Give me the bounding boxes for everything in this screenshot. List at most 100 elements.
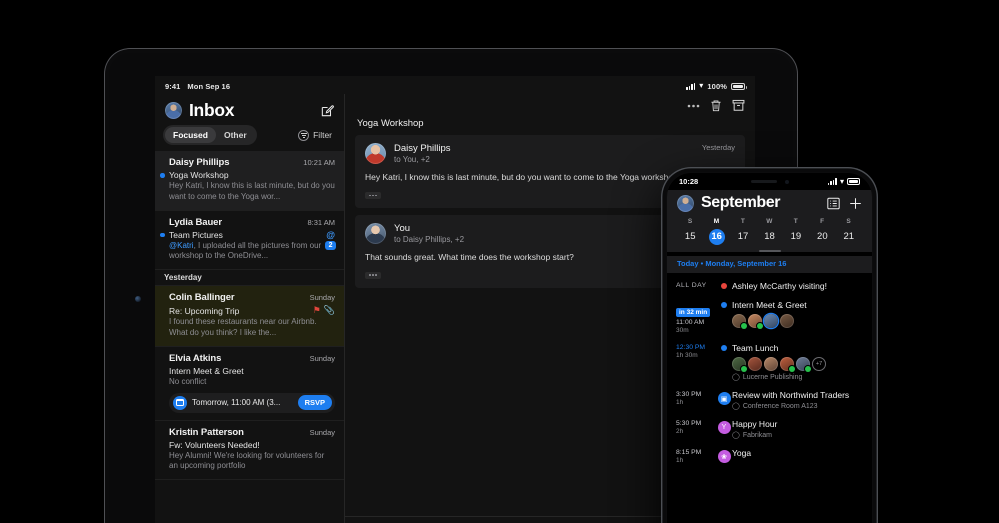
tablet-status-bar: 9:41 Mon Sep 16 ▾ 100% (155, 76, 755, 94)
page-title: Inbox (189, 100, 235, 120)
location-pin-icon: ◯ (732, 432, 740, 439)
event-duration: 2h (676, 428, 684, 435)
weekday-letter: M (713, 218, 720, 225)
mail-list[interactable]: Daisy Phillips 10:21 AM Yoga Workshop He… (155, 151, 344, 523)
expand-quoted-icon[interactable] (365, 271, 381, 279)
event-time: 12:30 PM (676, 344, 706, 351)
event-title: Review with Northwind Traders (732, 390, 850, 400)
calendar-icon (173, 395, 187, 410)
event-duration: 30m (676, 327, 689, 334)
cellular-icon (685, 82, 696, 90)
list-item[interactable]: 3:30 PM 1h ▣ Review with Northwind Trade… (667, 385, 872, 414)
event-time: 11:00 AM (676, 319, 705, 326)
week-day[interactable]: S 21 (836, 218, 862, 245)
plus-icon[interactable] (849, 197, 862, 210)
weekday-letter: W (766, 218, 773, 225)
weekday-letter: S (846, 218, 852, 225)
avatar (764, 314, 778, 328)
attendee-avatars[interactable] (732, 314, 863, 329)
event-title: Ashley McCarthy visiting! (732, 281, 827, 291)
subject: Re: Upcoming Trip (169, 305, 240, 316)
list-item[interactable]: Colin Ballinger Sunday Re: Upcoming Trip… (155, 286, 344, 347)
list-item[interactable]: in 32 min 11:00 AM 30m Intern Meet & Gre… (667, 295, 872, 338)
rsvp-bar[interactable]: Tomorrow, 11:00 AM (3... RSVP (169, 392, 335, 413)
week-day[interactable]: T 19 (783, 218, 809, 245)
sender-name: Kristin Patterson (169, 426, 244, 438)
sender-name: Daisy Phillips (394, 143, 451, 154)
list-item[interactable]: 8:15 PM 1h ❀ Yoga (667, 443, 872, 468)
inbox-header: Inbox (155, 94, 344, 125)
list-item[interactable]: ALL DAY Ashley McCarthy visiting! (667, 276, 872, 295)
event-time: ALL DAY (676, 282, 707, 289)
expand-quoted-icon[interactable] (365, 191, 381, 199)
more-attendees-badge[interactable]: +7 (812, 357, 826, 371)
wifi-icon: ▾ (839, 176, 844, 186)
attendee-avatars[interactable]: +7 (732, 357, 863, 372)
week-day[interactable]: F 20 (809, 218, 835, 245)
speaker-icon (750, 180, 777, 183)
subject: Yoga Workshop (169, 170, 229, 180)
avatar (796, 357, 811, 372)
timestamp: Sunday (309, 353, 335, 363)
preview: I found these restaurants near our Airbn… (169, 317, 317, 337)
week-strip[interactable]: S 15 M 16 T 17 W 18 T 19 F 20 S 21 (677, 218, 862, 245)
status-time: 9:41 (165, 81, 181, 91)
agenda-list[interactable]: ALL DAY Ashley McCarthy visiting! in 32 … (667, 273, 872, 468)
weekday-number: 20 (817, 231, 828, 242)
status-battery-pct: 100% (707, 81, 727, 91)
week-day[interactable]: T 17 (730, 218, 756, 245)
filter-row: Focused Other Filter (155, 125, 344, 151)
calendar-header: September S 15 M 16 T 17 W 18 T 19 F 20 … (667, 190, 872, 252)
weekday-letter: T (793, 218, 799, 225)
avatar (732, 357, 747, 372)
agenda-list-icon[interactable] (827, 197, 840, 210)
status-time: 10:28 (679, 177, 699, 186)
week-day[interactable]: S 15 (677, 218, 703, 245)
event-dot-icon (721, 302, 727, 308)
rsvp-button[interactable]: RSVP (297, 395, 332, 411)
list-item[interactable]: Daisy Phillips 10:21 AM Yoga Workshop He… (155, 151, 344, 211)
sender-name: Colin Ballinger (169, 292, 235, 304)
archive-icon[interactable] (732, 99, 745, 112)
paperclip-icon: 📎 (323, 305, 335, 316)
week-day[interactable]: W 18 (756, 218, 782, 245)
recipients: to Daisy Phillips, +2 (394, 234, 465, 244)
pivot-other[interactable]: Other (216, 127, 255, 143)
event-title: Yoga (732, 448, 752, 458)
phone-screen: 10:28 ▾ September S 15 M 16 T 17 W 18 T … (667, 173, 872, 523)
sender-name: Daisy Phillips (169, 157, 230, 168)
avatar (365, 143, 386, 164)
tablet-camera-icon (135, 296, 141, 302)
avatar (732, 314, 747, 329)
list-item[interactable]: 2 Lydia Bauer 8:31 AM Team Pictures @ @K… (155, 211, 344, 271)
weekday-number: 18 (764, 231, 775, 242)
reading-pane-actions (345, 94, 755, 112)
location-pin-icon: ◯ (732, 403, 740, 410)
focus-pivot[interactable]: Focused Other (163, 125, 257, 145)
compose-icon[interactable] (320, 104, 334, 118)
list-item[interactable]: Elvia Atkins Sunday Intern Meet & Greet … (155, 347, 344, 421)
delete-icon[interactable] (710, 99, 722, 112)
avatar (780, 357, 795, 372)
week-day[interactable]: M 16 (703, 218, 729, 245)
drag-handle[interactable] (758, 250, 781, 252)
pivot-focused[interactable]: Focused (165, 127, 216, 143)
today-label: Today • Monday, September 16 (667, 256, 872, 273)
avatar[interactable] (165, 102, 182, 119)
list-item[interactable]: 12:30 PM 1h 30m Team Lunch +7 ◯ Lucerne … (667, 338, 872, 385)
event-title: Team Lunch (732, 343, 779, 353)
weekday-letter: T (740, 218, 746, 225)
location-pin-icon: ◯ (732, 374, 740, 381)
front-camera-icon (784, 179, 789, 184)
more-icon[interactable] (687, 104, 700, 108)
filter-button[interactable]: Filter (298, 129, 336, 141)
weekday-number-today: 16 (708, 229, 725, 245)
avatar[interactable] (677, 194, 694, 212)
list-item[interactable]: Kristin Patterson Sunday Fw: Volunteers … (155, 421, 344, 481)
timestamp: Yesterday (701, 143, 735, 152)
event-time: 5:30 PM (676, 420, 702, 427)
avatar (748, 357, 762, 371)
list-item[interactable]: 5:30 PM 2h Y Happy Hour ◯ Fabrikam (667, 414, 872, 443)
filter-icon (298, 129, 310, 141)
event-location: Conference Room A123 (742, 402, 818, 410)
